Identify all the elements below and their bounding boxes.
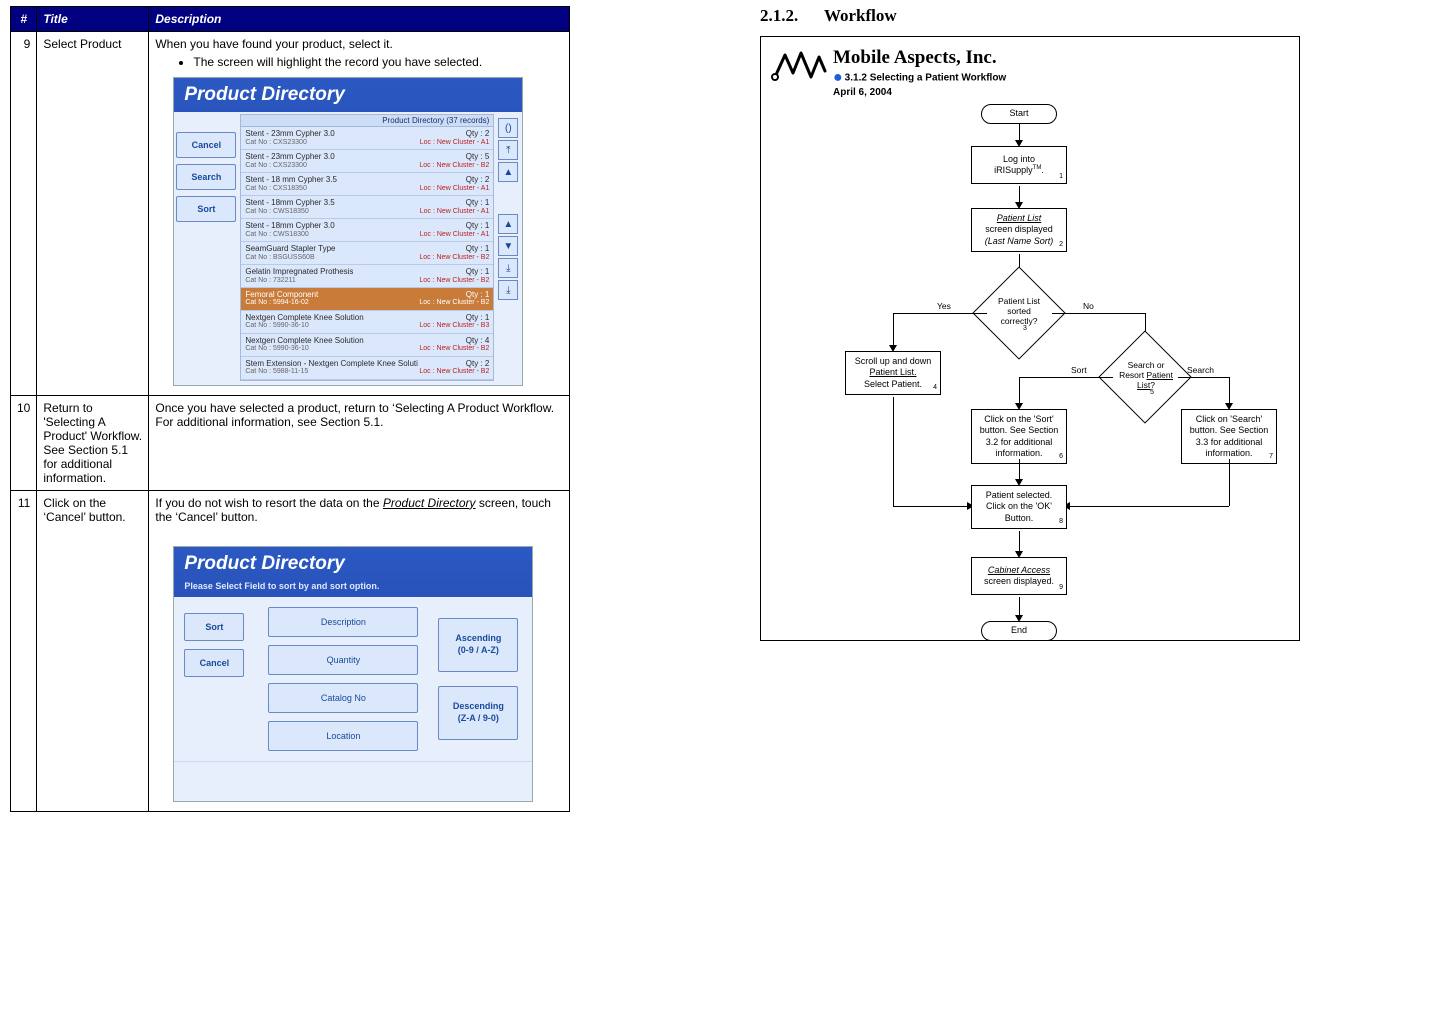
cancel-button[interactable]: Cancel <box>176 132 236 158</box>
table-row: 9 Select Product When you have found you… <box>11 32 570 396</box>
list-item[interactable]: Stem Extension - Nextgen Complete Knee S… <box>241 357 493 380</box>
scroll-nav-button[interactable]: ▲ <box>498 214 518 234</box>
decision-5-label: Search or Resort Patient List? 5 <box>1103 360 1189 399</box>
list-item[interactable]: Stent - 23mm Cypher 3.0Cat No : CXS23300… <box>241 150 493 173</box>
list-item[interactable]: Stent - 23mm Cypher 3.0Cat No : CXS23300… <box>241 127 493 150</box>
instruction-table: # Title Description 9 Select Product Whe… <box>10 6 570 812</box>
cell-num: 11 <box>11 490 37 811</box>
field-quantity-button[interactable]: Quantity <box>268 645 418 675</box>
scroll-nav-button[interactable]: ⤒ <box>498 140 518 160</box>
step-1: Log into iRISupplyTM. 1 <box>971 146 1067 184</box>
diagram-subtitle: ●3.1.2 Selecting a Patient Workflow <box>833 69 1006 87</box>
step-2: Patient List screen displayed (Last Name… <box>971 208 1067 252</box>
list-item[interactable]: Stent - 18mm Cypher 3.5Cat No : CWS18350… <box>241 196 493 219</box>
list-header: Product Directory (37 records) <box>241 115 493 127</box>
cancel-button[interactable]: Cancel <box>184 649 244 677</box>
list-item[interactable]: Nextgen Complete Knee SolutionCat No : 5… <box>241 334 493 357</box>
cell-title: Click on the ‘Cancel’ button. <box>37 490 149 811</box>
cell-desc: Once you have selected a product, return… <box>149 395 570 490</box>
edge-sort: Sort <box>1071 365 1087 375</box>
sort-button[interactable]: Sort <box>184 613 244 641</box>
company-logo-icon <box>771 47 827 89</box>
step-6: Click on the 'Sort' button. See Section … <box>971 409 1067 464</box>
edge-yes: Yes <box>937 301 951 311</box>
list-item[interactable]: Nextgen Complete Knee SolutionCat No : 5… <box>241 311 493 334</box>
list-item[interactable]: Stent - 18mm Cypher 3.0Cat No : CWS18300… <box>241 219 493 242</box>
scroll-nav-button[interactable]: () <box>498 118 518 138</box>
table-row: 10 Return to 'Selecting A Product' Workf… <box>11 395 570 490</box>
step-9: Cabinet Access screen displayed. 9 <box>971 557 1067 595</box>
scroll-nav-button[interactable]: ⤓ <box>498 280 518 300</box>
scroll-nav-button[interactable]: ▼ <box>498 236 518 256</box>
field-catalogno-button[interactable]: Catalog No <box>268 683 418 713</box>
cell-num: 9 <box>11 32 37 396</box>
edge-search: Search <box>1187 365 1214 375</box>
bullet-list: The screen will highlight the record you… <box>193 55 563 69</box>
section-heading: 2.1.2. Workflow <box>760 6 1300 26</box>
screenshot-title: Product Directory <box>174 78 522 112</box>
edge-no: No <box>1083 301 1094 311</box>
cell-title: Select Product <box>37 32 149 396</box>
screenshot-subtitle: Please Select Field to sort by and sort … <box>174 581 532 597</box>
start-terminator: Start <box>981 104 1057 124</box>
table-row: 11 Click on the ‘Cancel’ button. If you … <box>11 490 570 811</box>
field-description-button[interactable]: Description <box>268 607 418 637</box>
step-4: Scroll up and down Patient List. Select … <box>845 351 941 395</box>
scroll-nav-button[interactable]: ⤓ <box>498 258 518 278</box>
product-directory-sort-screenshot: Product Directory Please Select Field to… <box>173 546 533 802</box>
bullet-item: The screen will highlight the record you… <box>193 55 563 69</box>
ascending-button[interactable]: Ascending(0-9 / A-Z) <box>438 618 518 671</box>
company-name: Mobile Aspects, Inc. <box>833 47 1006 69</box>
screenshot-title: Product Directory <box>174 547 532 581</box>
cell-title: Return to 'Selecting A Product' Workflow… <box>37 395 149 490</box>
diagram-date: April 6, 2004 <box>833 87 1006 98</box>
step-7: Click on 'Search' button. See Section 3.… <box>1181 409 1277 464</box>
product-directory-list-screenshot: Product Directory Cancel Search Sort Pro… <box>173 77 523 386</box>
list-item[interactable]: Femoral ComponentCat No : 5994-16-02Qty … <box>241 288 493 311</box>
descending-button[interactable]: Descending(Z-A / 9-0) <box>438 686 518 739</box>
scroll-nav-button[interactable]: ▲ <box>498 162 518 182</box>
th-num: # <box>11 7 37 32</box>
decision-3-label: Patient List sorted correctly? 3 <box>976 296 1062 335</box>
cell-num: 10 <box>11 395 37 490</box>
cell-desc: When you have found your product, select… <box>149 32 570 396</box>
list-item[interactable]: Stent - 18 mm Cypher 3.5Cat No : CXS1835… <box>241 173 493 196</box>
desc-text: If you do not wish to resort the data on… <box>155 496 563 524</box>
list-item[interactable]: Gelatin Impregnated ProthesisCat No : 73… <box>241 265 493 288</box>
sort-button[interactable]: Sort <box>176 196 236 222</box>
end-terminator: End <box>981 621 1057 641</box>
list-item[interactable]: SeamGuard Stapler TypeCat No : BSGUSS60B… <box>241 242 493 265</box>
field-location-button[interactable]: Location <box>268 721 418 751</box>
product-list: Product Directory (37 records) Stent - 2… <box>240 114 494 381</box>
desc-text: When you have found your product, select… <box>155 37 563 51</box>
th-title: Title <box>37 7 149 32</box>
cell-desc: If you do not wish to resort the data on… <box>149 490 570 811</box>
workflow-diagram: Mobile Aspects, Inc. ●3.1.2 Selecting a … <box>760 36 1300 641</box>
search-button[interactable]: Search <box>176 164 236 190</box>
th-desc: Description <box>149 7 570 32</box>
step-8: Patient selected. Click on the 'OK' Butt… <box>971 485 1067 529</box>
